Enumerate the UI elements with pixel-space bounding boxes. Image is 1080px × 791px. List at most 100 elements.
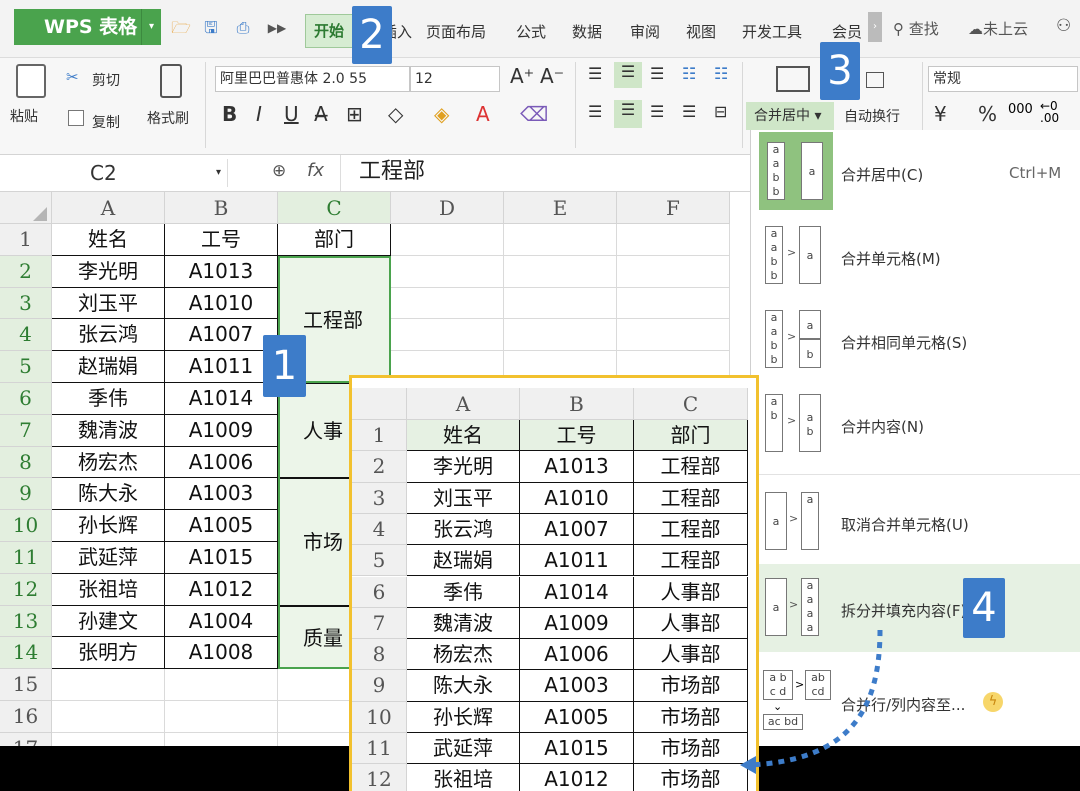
thousands-button[interactable]: 000 [1008,102,1033,117]
tab-formulas[interactable]: 公式 [516,20,546,44]
grid-cell[interactable]: 部门 [634,420,748,452]
align-bottom-icon[interactable]: ☰ [650,64,664,83]
tab-data[interactable]: 数据 [572,20,602,44]
grid-cell[interactable]: 姓名 [52,224,165,256]
grid-cell[interactable]: 刘玉平 [407,482,520,514]
align-right-icon[interactable]: ☰ [650,102,664,121]
grid-cell[interactable]: A1007 [165,319,278,352]
paste-button[interactable]: 粘贴 [10,106,38,126]
column-header[interactable]: F [617,192,730,224]
menu-item-merge-center[interactable]: aabb a 合并居中(C) Ctrl+M [751,130,1080,214]
align-center-icon[interactable]: ☰ [614,100,642,128]
outdent-icon[interactable]: ☷ [714,64,728,83]
grid-cell[interactable]: 工程部 [634,513,748,546]
print-icon[interactable]: ⎙ [232,18,254,38]
row-header[interactable]: 1 [352,420,407,452]
percent-button[interactable]: % [978,102,997,126]
currency-button[interactable]: ¥ [934,102,947,126]
row-header[interactable]: 13 [0,605,52,638]
border-icon[interactable]: ⊞ [346,102,363,126]
grid-cell[interactable] [617,255,730,288]
grid-cell[interactable]: 李光明 [407,451,520,483]
row-header[interactable]: 9 [0,478,52,511]
tab-member[interactable]: 会员 [832,20,862,44]
grid-cell[interactable]: A1011 [165,351,278,383]
tab-page-layout[interactable]: 页面布局 [426,20,486,44]
grid-cell[interactable]: A1014 [520,576,634,608]
grid-cell[interactable] [504,319,617,352]
font-color-icon[interactable]: A [476,102,490,126]
grid-cell[interactable]: 工号 [520,420,634,452]
column-header[interactable]: A [407,388,520,420]
row-header[interactable]: 1 [0,224,52,256]
grid-cell[interactable]: 工程部 [634,451,748,483]
grid-cell[interactable] [617,319,730,352]
name-box[interactable]: C2 ▾ [10,159,228,187]
column-header[interactable]: E [504,192,617,224]
align-top-icon[interactable]: ☰ [588,64,602,83]
grid-cell[interactable]: 张云鸿 [407,513,520,546]
tab-developer[interactable]: 开发工具 [742,20,802,44]
row-header[interactable]: 7 [0,414,52,447]
grid-cell[interactable]: A1003 [165,478,278,511]
strikethrough-button[interactable]: A̶ [314,102,328,126]
font-size-select[interactable]: 12 [410,66,500,92]
grid-cell[interactable]: A1003 [520,670,634,702]
grid-cell[interactable]: A1010 [165,287,278,320]
row-header[interactable]: 15 [0,669,52,701]
grid-cell[interactable]: A1015 [165,542,278,574]
grid-cell[interactable]: A1013 [165,255,278,288]
distribute-icon[interactable]: ⊟ [714,102,727,121]
formula-input[interactable]: 工程部 [340,155,750,191]
grid-cell[interactable]: 魏清波 [52,414,165,447]
align-left-icon[interactable]: ☰ [588,102,602,121]
copy-button[interactable]: 复制 [92,112,120,132]
grid-cell[interactable] [52,669,165,701]
decrease-font-icon[interactable]: A⁻ [540,64,564,88]
fill-color-icon[interactable]: ◈ [434,102,449,126]
row-header[interactable]: 3 [0,287,52,320]
cloud-status[interactable]: ☁未上云 [968,18,1028,39]
grid-cell[interactable]: 季伟 [407,576,520,608]
menu-item-merge-cells[interactable]: aabb > a 合并单元格(M) [751,214,1080,298]
save-icon[interactable]: 🖫 [200,18,222,38]
grid-cell[interactable]: A1006 [165,446,278,479]
grid-cell[interactable]: A1009 [165,414,278,447]
grid-cell[interactable]: 张云鸿 [52,319,165,352]
grid-cell[interactable]: A1011 [520,545,634,577]
wps-app-button[interactable]: WPS 表格 ▾ [14,9,161,45]
grid-cell[interactable]: 刘玉平 [52,287,165,320]
justify-icon[interactable]: ☰ [682,102,696,121]
row-header[interactable]: 10 [0,510,52,542]
tab-review[interactable]: 审阅 [630,20,660,44]
column-header[interactable]: A [52,192,165,224]
grid-cell[interactable] [165,669,278,701]
menu-item-merge-content[interactable]: ab > ab 合并内容(N) [751,382,1080,466]
merge-center-button[interactable]: 合并居中 ▾ [746,102,834,130]
grid-cell[interactable]: 杨宏杰 [52,446,165,479]
grid-cell[interactable]: 武延萍 [52,542,165,574]
grid-cell[interactable]: 工程部 [634,545,748,577]
grid-cell[interactable]: A1013 [520,451,634,483]
grid-cell[interactable] [165,701,278,733]
column-header[interactable]: C [634,388,748,420]
chevron-down-icon[interactable]: ▾ [141,9,161,45]
row-header[interactable]: 10 [352,701,407,733]
scroll-tabs-right[interactable]: › [868,12,882,42]
user-icon[interactable]: ⚇ [1056,16,1071,36]
menu-item-unmerge[interactable]: a > a 取消合并单元格(U) [751,480,1080,564]
row-header[interactable]: 4 [0,319,52,352]
row-header[interactable]: 6 [0,383,52,415]
grid-cell[interactable] [504,224,617,256]
clear-format-icon[interactable]: ⌫ [520,102,548,126]
select-all-corner[interactable] [352,388,407,420]
row-header[interactable]: 12 [352,764,407,791]
tab-view[interactable]: 视图 [686,20,716,44]
cut-button[interactable]: 剪切 [92,70,120,90]
font-name-select[interactable]: 阿里巴巴普惠体 2.0 55 [215,66,410,92]
decimal-icon[interactable]: ←0.00 [1040,100,1059,124]
row-header[interactable]: 2 [0,255,52,288]
grid-cell[interactable]: A1012 [520,764,634,791]
indent-icon[interactable]: ☷ [682,64,696,83]
grid-cell[interactable]: A1014 [165,383,278,415]
